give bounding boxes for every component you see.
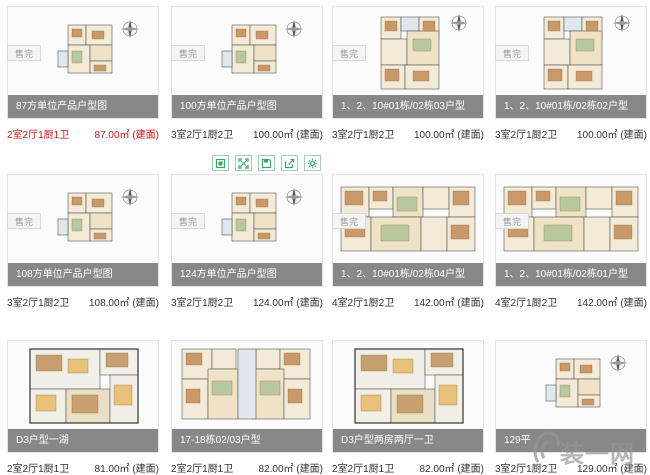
image-toolbar xyxy=(212,155,321,171)
floor-plan-thumbnail[interactable]: 1、2、10#01栋/02栋04户型 xyxy=(332,174,484,287)
floor-plan-thumbnail[interactable]: 17-18栋02/03户型 xyxy=(171,340,323,453)
sold-out-badge: 售完 xyxy=(495,45,529,61)
floor-plan-caption: 1、2、10#01栋/02栋02户型 xyxy=(496,95,646,118)
room-layout-text: 4室2厅1厨2卫 xyxy=(495,298,558,309)
floor-plan-drawing xyxy=(29,348,139,424)
floor-plan-card[interactable]: 1、2、10#01栋/02栋04户型 4室2厅1厨2卫 142.00㎡ (建面) 售完 xyxy=(332,174,484,309)
room-layout-text: 2室2厅1厨1卫 xyxy=(332,464,395,475)
room-layout-text: 3室2厅1厨2卫 xyxy=(171,298,234,309)
sold-out-badge: 售完 xyxy=(495,213,529,229)
floor-plan-card[interactable]: 100方单位产品户型图 3室2厅1厨2卫 100.00㎡ (建面) 售完 xyxy=(171,6,323,141)
floor-plan-card[interactable]: D3户型两房两厅一卫 2室2厅1厨1卫 82.00㎡ (建面) xyxy=(332,340,484,475)
floor-plan-caption: 1、2、10#01栋/02栋01户型 xyxy=(496,263,646,286)
room-layout-text: 4室2厅1厨2卫 xyxy=(332,298,395,309)
sold-out-badge: 售完 xyxy=(171,45,205,61)
floor-plan-card[interactable]: 108方单位产品户型图 3室2厅1厨2卫 108.00㎡ (建面) 售完 xyxy=(7,174,159,309)
sold-out-badge: 售完 xyxy=(332,213,366,229)
floor-plan-thumbnail[interactable]: 1、2、10#01栋/02栋02户型 xyxy=(495,6,647,119)
share-button[interactable] xyxy=(281,155,298,171)
room-layout-text: 2室2厅1厨1卫 xyxy=(171,464,234,475)
settings-icon xyxy=(307,158,318,168)
floor-plan-caption: 108方单位产品户型图 xyxy=(8,263,158,286)
area-text: 124.00㎡ (建面) xyxy=(252,298,323,309)
floor-plan-info: 3室2厅1厨2卫 100.00㎡ (建面) xyxy=(332,126,484,141)
sold-out-badge: 售完 xyxy=(332,45,366,61)
floor-plan-caption: 1、2、10#01栋/02栋03户型 xyxy=(333,95,483,118)
floor-plan-caption: 124方单位产品户型图 xyxy=(172,263,322,286)
floor-plan-drawing xyxy=(545,354,627,408)
area-text: 100.00㎡ (建面) xyxy=(576,130,647,141)
floor-plan-info: 4室2厅1厨2卫 142.00㎡ (建面) xyxy=(332,294,484,309)
room-layout-text: 3室2厅1厨2卫 xyxy=(7,298,70,309)
original-image-icon xyxy=(215,158,226,168)
save-button[interactable] xyxy=(258,155,275,171)
sold-out-badge: 售完 xyxy=(7,45,41,61)
save-icon xyxy=(261,158,272,168)
room-layout-text: 2室2厅1厨1卫 xyxy=(7,130,70,141)
floor-plan-info: 3室2厅1厨2卫 100.00㎡ (建面) xyxy=(495,126,647,141)
floor-plan-caption: D3户型一湖 xyxy=(8,429,158,452)
room-layout-text: 3室2厅1厨2卫 xyxy=(495,130,558,141)
sold-out-badge: 售完 xyxy=(7,213,41,229)
area-text: 81.00㎡ (建面) xyxy=(94,464,159,475)
fullscreen-button[interactable] xyxy=(235,155,252,171)
site-watermark: 装一网 xyxy=(532,428,648,470)
floor-plan-caption: 100方单位产品户型图 xyxy=(172,95,322,118)
watermark-logo-icon xyxy=(533,431,560,463)
original-image-button[interactable] xyxy=(212,155,229,171)
floor-plan-card[interactable]: 17-18栋02/03户型 2室2厅1厨1卫 82.00㎡ (建面) xyxy=(171,340,323,475)
settings-button[interactable] xyxy=(304,155,321,171)
floor-plan-card[interactable]: 87方单位产品户型图 2室2厅1厨1卫 87.00㎡ (建面) 售完 xyxy=(7,6,159,141)
fullscreen-icon xyxy=(238,157,249,169)
floor-plan-info: 3室2厅1厨2卫 124.00㎡ (建面) xyxy=(171,294,323,309)
floor-plan-drawing xyxy=(354,348,464,424)
floor-plan-caption: 87方单位产品户型图 xyxy=(8,95,158,118)
floor-plan-card[interactable]: 124方单位产品户型图 3室2厅1厨2卫 124.00㎡ (建面) 售完 xyxy=(171,174,323,309)
room-layout-text: 2室2厅1厨1卫 xyxy=(7,464,70,475)
floor-plan-thumbnail[interactable]: D3户型一湖 xyxy=(7,340,159,453)
area-text: 100.00㎡ (建面) xyxy=(413,130,484,141)
floor-plan-card[interactable]: 1、2、10#01栋/02栋01户型 4室2厅1厨2卫 142.00㎡ (建面) 售完 xyxy=(495,174,647,309)
area-text: 108.00㎡ (建面) xyxy=(88,298,159,309)
floor-plan-card[interactable]: 1、2、10#01栋/02栋02户型 3室2厅1厨2卫 100.00㎡ (建面) 售完 xyxy=(495,6,647,141)
floor-plan-caption: 17-18栋02/03户型 xyxy=(172,429,322,452)
floor-plan-info: 4室2厅1厨2卫 142.00㎡ (建面) xyxy=(495,294,647,309)
share-icon xyxy=(284,158,295,168)
floor-plan-drawing xyxy=(181,348,311,420)
floor-plan-thumbnail[interactable]: 100方单位产品户型图 xyxy=(171,6,323,119)
floor-plan-info: 3室2厅1厨2卫 108.00㎡ (建面) xyxy=(7,294,159,309)
area-text: 82.00㎡ (建面) xyxy=(258,464,323,475)
floor-plan-thumbnail[interactable]: 108方单位产品户型图 xyxy=(7,174,159,287)
floor-plan-caption: 1、2、10#01栋/02栋04户型 xyxy=(333,263,483,286)
floor-plan-thumbnail[interactable]: 1、2、10#01栋/02栋03户型 xyxy=(332,6,484,119)
area-text: 100.00㎡ (建面) xyxy=(252,130,323,141)
area-text: 87.00㎡ (建面) xyxy=(94,130,159,141)
watermark-text: 装一网 xyxy=(560,440,635,468)
room-layout-text: 3室2厅1厨2卫 xyxy=(171,130,234,141)
sold-out-badge: 售完 xyxy=(171,213,205,229)
floor-plan-thumbnail[interactable]: 1、2、10#01栋/02栋01户型 xyxy=(495,174,647,287)
floor-plan-thumbnail[interactable]: D3户型两房两厅一卫 xyxy=(332,340,484,453)
area-text: 82.00㎡ (建面) xyxy=(419,464,484,475)
area-text: 142.00㎡ (建面) xyxy=(576,298,647,309)
floor-plan-thumbnail[interactable]: 87方单位产品户型图 xyxy=(7,6,159,119)
room-layout-text: 3室2厅1厨2卫 xyxy=(332,130,395,141)
floor-plan-info: 2室2厅1厨1卫 87.00㎡ (建面) xyxy=(7,126,159,141)
floor-plan-thumbnail[interactable]: 124方单位产品户型图 xyxy=(171,174,323,287)
floor-plan-card[interactable]: 1、2、10#01栋/02栋03户型 3室2厅1厨2卫 100.00㎡ (建面) 售完 xyxy=(332,6,484,141)
area-text: 142.00㎡ (建面) xyxy=(413,298,484,309)
floor-plan-info: 3室2厅1厨2卫 100.00㎡ (建面) xyxy=(171,126,323,141)
floor-plan-card[interactable]: D3户型一湖 2室2厅1厨1卫 81.00㎡ (建面) xyxy=(7,340,159,475)
floor-plan-caption: D3户型两房两厅一卫 xyxy=(333,429,483,452)
